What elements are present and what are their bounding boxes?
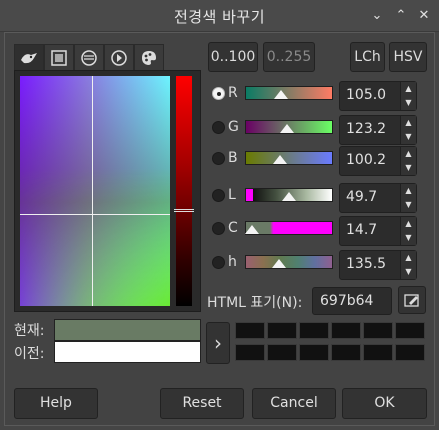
current-color-swatch (54, 319, 201, 341)
history-swatch[interactable] (331, 322, 361, 339)
previous-label: 이전: (14, 346, 45, 362)
spin-arrows[interactable]: ▲ ▼ (400, 251, 416, 279)
history-swatch[interactable] (299, 322, 329, 339)
add-to-history-button[interactable]: › (206, 322, 230, 364)
palette-icon[interactable] (134, 44, 164, 72)
history-swatch[interactable] (363, 344, 393, 361)
slider-thumb[interactable] (272, 155, 287, 164)
channel-radio-g[interactable] (212, 121, 225, 134)
spin-arrows[interactable]: ▲ ▼ (400, 82, 416, 110)
watercolor-icon[interactable] (74, 44, 104, 72)
spin-h[interactable]: 135.5 ▲ ▼ (339, 250, 417, 280)
slider-l[interactable] (245, 188, 333, 202)
wheel-icon[interactable] (104, 44, 134, 72)
history-swatch[interactable] (395, 344, 425, 361)
slider-thumb[interactable] (274, 90, 289, 99)
spin-value[interactable]: 14.7 (346, 222, 377, 238)
hsv-button[interactable]: HSV (389, 42, 427, 72)
history-swatch[interactable] (235, 322, 265, 339)
spin-value[interactable]: 105.0 (346, 87, 386, 103)
maximize-button[interactable]: ⌃ (392, 7, 410, 25)
html-notation-field[interactable]: 697b64 (312, 287, 392, 315)
cancel-button[interactable]: Cancel (252, 388, 336, 419)
crosshair-horizontal (20, 214, 170, 215)
gimp-icon[interactable] (14, 44, 44, 72)
spin-c[interactable]: 14.7 ▲ ▼ (339, 216, 417, 246)
history-swatch[interactable] (235, 344, 265, 361)
spin-arrows[interactable]: ▲ ▼ (400, 147, 416, 175)
spin-arrows[interactable]: ▲ ▼ (400, 217, 416, 245)
spin-value[interactable]: 100.2 (346, 152, 386, 168)
lch-button[interactable]: LCh (350, 42, 385, 72)
ok-button[interactable]: OK (342, 388, 427, 419)
spin-value[interactable]: 49.7 (346, 189, 377, 205)
slider-thumb[interactable] (245, 225, 260, 234)
slider-thumb[interactable] (282, 192, 296, 201)
reset-button[interactable]: Reset (160, 388, 244, 419)
channel-radio-l[interactable] (212, 189, 225, 202)
spin-b[interactable]: 100.2 ▲ ▼ (339, 146, 417, 176)
spin-value[interactable]: 123.2 (346, 121, 386, 137)
title-bar: 전경색 바꾸기 ⌄ ⌃ ✕ (0, 0, 439, 32)
channel-label-r: R (228, 85, 238, 101)
history-swatch[interactable] (267, 344, 297, 361)
slider-r[interactable] (245, 86, 333, 100)
channel-label-h: h (228, 254, 237, 270)
color-field-green (20, 76, 170, 306)
spin-arrows[interactable]: ▲ ▼ (400, 184, 416, 212)
slider-c[interactable] (245, 221, 333, 235)
minimize-button[interactable]: ⌄ (368, 7, 386, 25)
spin-arrows[interactable]: ▲ ▼ (400, 116, 416, 144)
close-button[interactable]: ✕ (415, 7, 433, 25)
channel-radio-c[interactable] (212, 222, 225, 235)
spin-value[interactable]: 135.5 (346, 256, 386, 272)
range-255-button[interactable]: 0..255 (263, 42, 315, 72)
channel-label-g: G (228, 119, 239, 135)
channel-label-c: C (228, 220, 238, 236)
channel-radio-h[interactable] (212, 256, 225, 269)
spin-l[interactable]: 49.7 ▲ ▼ (339, 183, 417, 213)
channel-label-l: L (228, 187, 236, 203)
history-swatch[interactable] (299, 344, 329, 361)
slider-b[interactable] (245, 151, 333, 165)
range-100-button[interactable]: 0..100 (208, 42, 258, 72)
channel-radio-b[interactable] (212, 152, 225, 165)
previous-color-swatch[interactable] (54, 341, 201, 363)
spin-r[interactable]: 105.0 ▲ ▼ (339, 81, 417, 111)
channel-strip-marker[interactable] (174, 209, 194, 212)
slider-g[interactable] (245, 120, 333, 134)
slider-h[interactable] (245, 255, 333, 269)
slider-thumb[interactable] (280, 124, 295, 133)
history-swatch[interactable] (331, 344, 361, 361)
channel-radio-r[interactable] (212, 87, 225, 100)
color-selector-tabs (14, 44, 164, 72)
crosshair-vertical (92, 76, 93, 306)
color-picker-button[interactable] (398, 286, 426, 314)
channel-label-b: B (228, 150, 238, 166)
slider-thumb[interactable] (271, 259, 286, 268)
html-notation-value[interactable]: 697b64 (320, 293, 373, 309)
eyedropper-icon (404, 294, 419, 307)
help-button[interactable]: Help (14, 388, 98, 419)
current-label: 현재: (14, 323, 45, 339)
html-notation-label: HTML 표기(N): (207, 295, 303, 311)
spin-g[interactable]: 123.2 ▲ ▼ (339, 115, 417, 145)
history-swatch[interactable] (267, 322, 297, 339)
history-swatch[interactable] (395, 322, 425, 339)
cmyk-icon[interactable] (44, 44, 74, 72)
channel-strip[interactable] (176, 76, 192, 306)
history-swatch[interactable] (363, 322, 393, 339)
